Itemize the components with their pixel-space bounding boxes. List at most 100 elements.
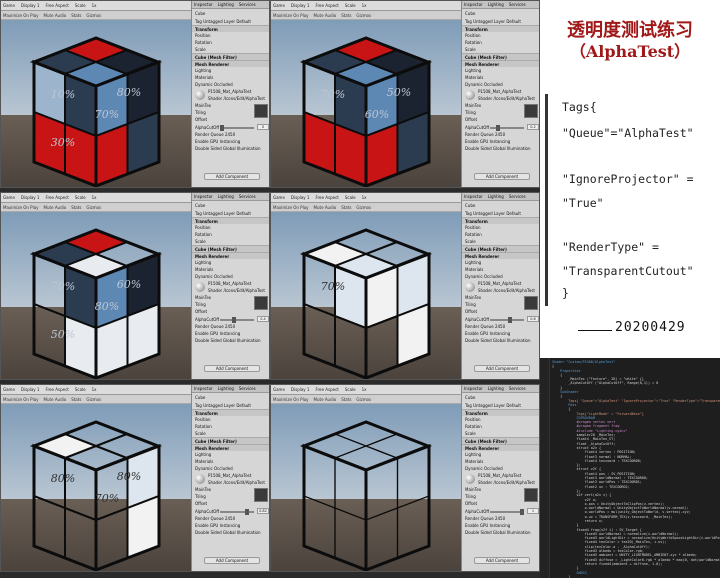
add-component-button[interactable]: Add Component (474, 557, 530, 564)
component-row[interactable]: Lighting (462, 67, 539, 74)
tag-dropdown[interactable]: Untagged (473, 19, 493, 24)
slider-knob[interactable] (232, 317, 236, 323)
inspector-tab[interactable]: Services (509, 194, 526, 199)
game-option-toggle[interactable]: Maximize On Play (3, 397, 39, 402)
render-queue-value[interactable]: 2450 (225, 516, 235, 521)
game-option-toggle[interactable]: Gizmos (86, 13, 101, 18)
scale-value[interactable]: 1x (92, 3, 97, 8)
component-row[interactable]: Mesh Renderer (462, 60, 539, 67)
component-row[interactable]: Materials (192, 458, 269, 465)
alpha-cutoff-value[interactable]: 0.4 (257, 316, 269, 322)
component-row[interactable]: Materials (192, 74, 269, 81)
component-row[interactable]: Materials (462, 74, 539, 81)
render-queue-value[interactable]: 2450 (495, 324, 505, 329)
gpu-instancing-toggle[interactable]: Enable GPU Instancing (192, 138, 269, 145)
object-name[interactable]: Cube (195, 11, 205, 16)
add-component-button[interactable]: Add Component (204, 173, 260, 180)
alpha-cutoff-slider[interactable] (490, 317, 524, 323)
component-row[interactable]: Lighting (192, 451, 269, 458)
tag-dropdown[interactable]: Untagged (203, 403, 223, 408)
texture-slot[interactable] (254, 296, 268, 310)
display-dropdown[interactable]: Display 1 (21, 195, 40, 200)
component-row[interactable]: Dynamic Occluded (192, 273, 269, 280)
slider-knob[interactable] (496, 125, 500, 131)
add-component-button[interactable]: Add Component (204, 365, 260, 372)
tag-dropdown[interactable]: Untagged (203, 19, 223, 24)
aspect-dropdown[interactable]: Free Aspect (315, 387, 338, 392)
game-option-toggle[interactable]: Gizmos (356, 205, 371, 210)
slider-knob[interactable] (508, 317, 512, 323)
scale-value[interactable]: 1x (92, 387, 97, 392)
game-option-toggle[interactable]: Stats (71, 397, 81, 402)
double-sided-gi-toggle[interactable]: Double Sided Global Illumination (462, 145, 539, 152)
texture-slot[interactable] (524, 296, 538, 310)
add-component-button[interactable]: Add Component (474, 173, 530, 180)
aspect-dropdown[interactable]: Free Aspect (45, 387, 68, 392)
component-row[interactable]: Mesh Renderer (462, 444, 539, 451)
alpha-cutoff-value[interactable]: 0.6 (527, 316, 539, 322)
tag-dropdown[interactable]: Untagged (473, 403, 493, 408)
layer-dropdown[interactable]: Default (506, 19, 521, 24)
inspector-tab[interactable]: Inspector (194, 386, 213, 391)
game-tab[interactable]: Game (3, 195, 15, 200)
shader-dropdown[interactable]: /Icons/Edit/AlphaTest (493, 480, 534, 485)
game-option-toggle[interactable]: Gizmos (86, 397, 101, 402)
game-option-toggle[interactable]: Gizmos (356, 13, 371, 18)
component-row[interactable]: Dynamic Occluded (462, 465, 539, 472)
inspector-tab[interactable]: Services (239, 386, 256, 391)
inspector-tab[interactable]: Lighting (218, 194, 234, 199)
game-option-toggle[interactable]: Mute Audio (314, 205, 337, 210)
alpha-cutoff-slider[interactable] (220, 317, 254, 323)
game-option-toggle[interactable]: Stats (341, 205, 351, 210)
alpha-cutoff-value[interactable]: 0.2 (527, 124, 539, 130)
object-name[interactable]: Cube (195, 203, 205, 208)
alpha-cutoff-slider[interactable] (220, 509, 254, 515)
component-row[interactable]: Dynamic Occluded (462, 81, 539, 88)
gpu-instancing-toggle[interactable]: Enable GPU Instancing (462, 138, 539, 145)
component-row[interactable]: Cube (Mesh Filter) (192, 437, 269, 444)
component-row[interactable]: Materials (462, 266, 539, 273)
inspector-tab[interactable]: Lighting (488, 386, 504, 391)
texture-slot[interactable] (254, 488, 268, 502)
inspector-tab[interactable]: Services (239, 2, 256, 7)
double-sided-gi-toggle[interactable]: Double Sided Global Illumination (462, 529, 539, 536)
layer-dropdown[interactable]: Default (236, 403, 251, 408)
inspector-tab[interactable]: Inspector (194, 194, 213, 199)
texture-slot[interactable] (524, 104, 538, 118)
scale-value[interactable]: 1x (362, 387, 367, 392)
double-sided-gi-toggle[interactable]: Double Sided Global Illumination (462, 337, 539, 344)
alpha-cutoff-value[interactable]: 1 (527, 508, 539, 514)
double-sided-gi-toggle[interactable]: Double Sided Global Illumination (192, 145, 269, 152)
material-row[interactable]: P1508_Mat_AlphaTest Shader /Icons/Edit/Al… (462, 280, 539, 294)
component-row[interactable]: Materials (192, 266, 269, 273)
double-sided-gi-toggle[interactable]: Double Sided Global Illumination (192, 529, 269, 536)
game-tab[interactable]: Game (3, 3, 15, 8)
component-row[interactable]: Lighting (462, 259, 539, 266)
game-option-toggle[interactable]: Gizmos (356, 397, 371, 402)
game-option-toggle[interactable]: Mute Audio (44, 397, 67, 402)
render-queue-value[interactable]: 2450 (495, 132, 505, 137)
layer-dropdown[interactable]: Default (236, 211, 251, 216)
material-row[interactable]: P1508_Mat_AlphaTest Shader /Icons/Edit/Al… (192, 472, 269, 486)
game-option-toggle[interactable]: Maximize On Play (273, 397, 309, 402)
game-option-toggle[interactable]: Maximize On Play (3, 13, 39, 18)
game-tab[interactable]: Game (273, 195, 285, 200)
render-queue-value[interactable]: 2450 (225, 132, 235, 137)
texture-slot[interactable] (524, 488, 538, 502)
component-row[interactable]: Lighting (462, 451, 539, 458)
scale-value[interactable]: 1x (362, 3, 367, 8)
display-dropdown[interactable]: Display 1 (21, 387, 40, 392)
component-row[interactable]: Mesh Renderer (192, 252, 269, 259)
scale-value[interactable]: 1x (362, 195, 367, 200)
shader-dropdown[interactable]: /Icons/Edit/AlphaTest (493, 288, 534, 293)
shader-dropdown[interactable]: /Icons/Edit/AlphaTest (223, 288, 264, 293)
shader-dropdown[interactable]: /Icons/Edit/AlphaTest (223, 96, 264, 101)
add-component-button[interactable]: Add Component (204, 557, 260, 564)
gpu-instancing-toggle[interactable]: Enable GPU Instancing (192, 522, 269, 529)
material-row[interactable]: P1508_Mat_AlphaTest Shader /Icons/Edit/Al… (462, 472, 539, 486)
component-row[interactable]: Cube (Mesh Filter) (462, 245, 539, 252)
component-row[interactable]: Lighting (192, 67, 269, 74)
render-queue-value[interactable]: 2450 (225, 324, 235, 329)
texture-slot[interactable] (254, 104, 268, 118)
slider-knob[interactable] (244, 509, 249, 515)
